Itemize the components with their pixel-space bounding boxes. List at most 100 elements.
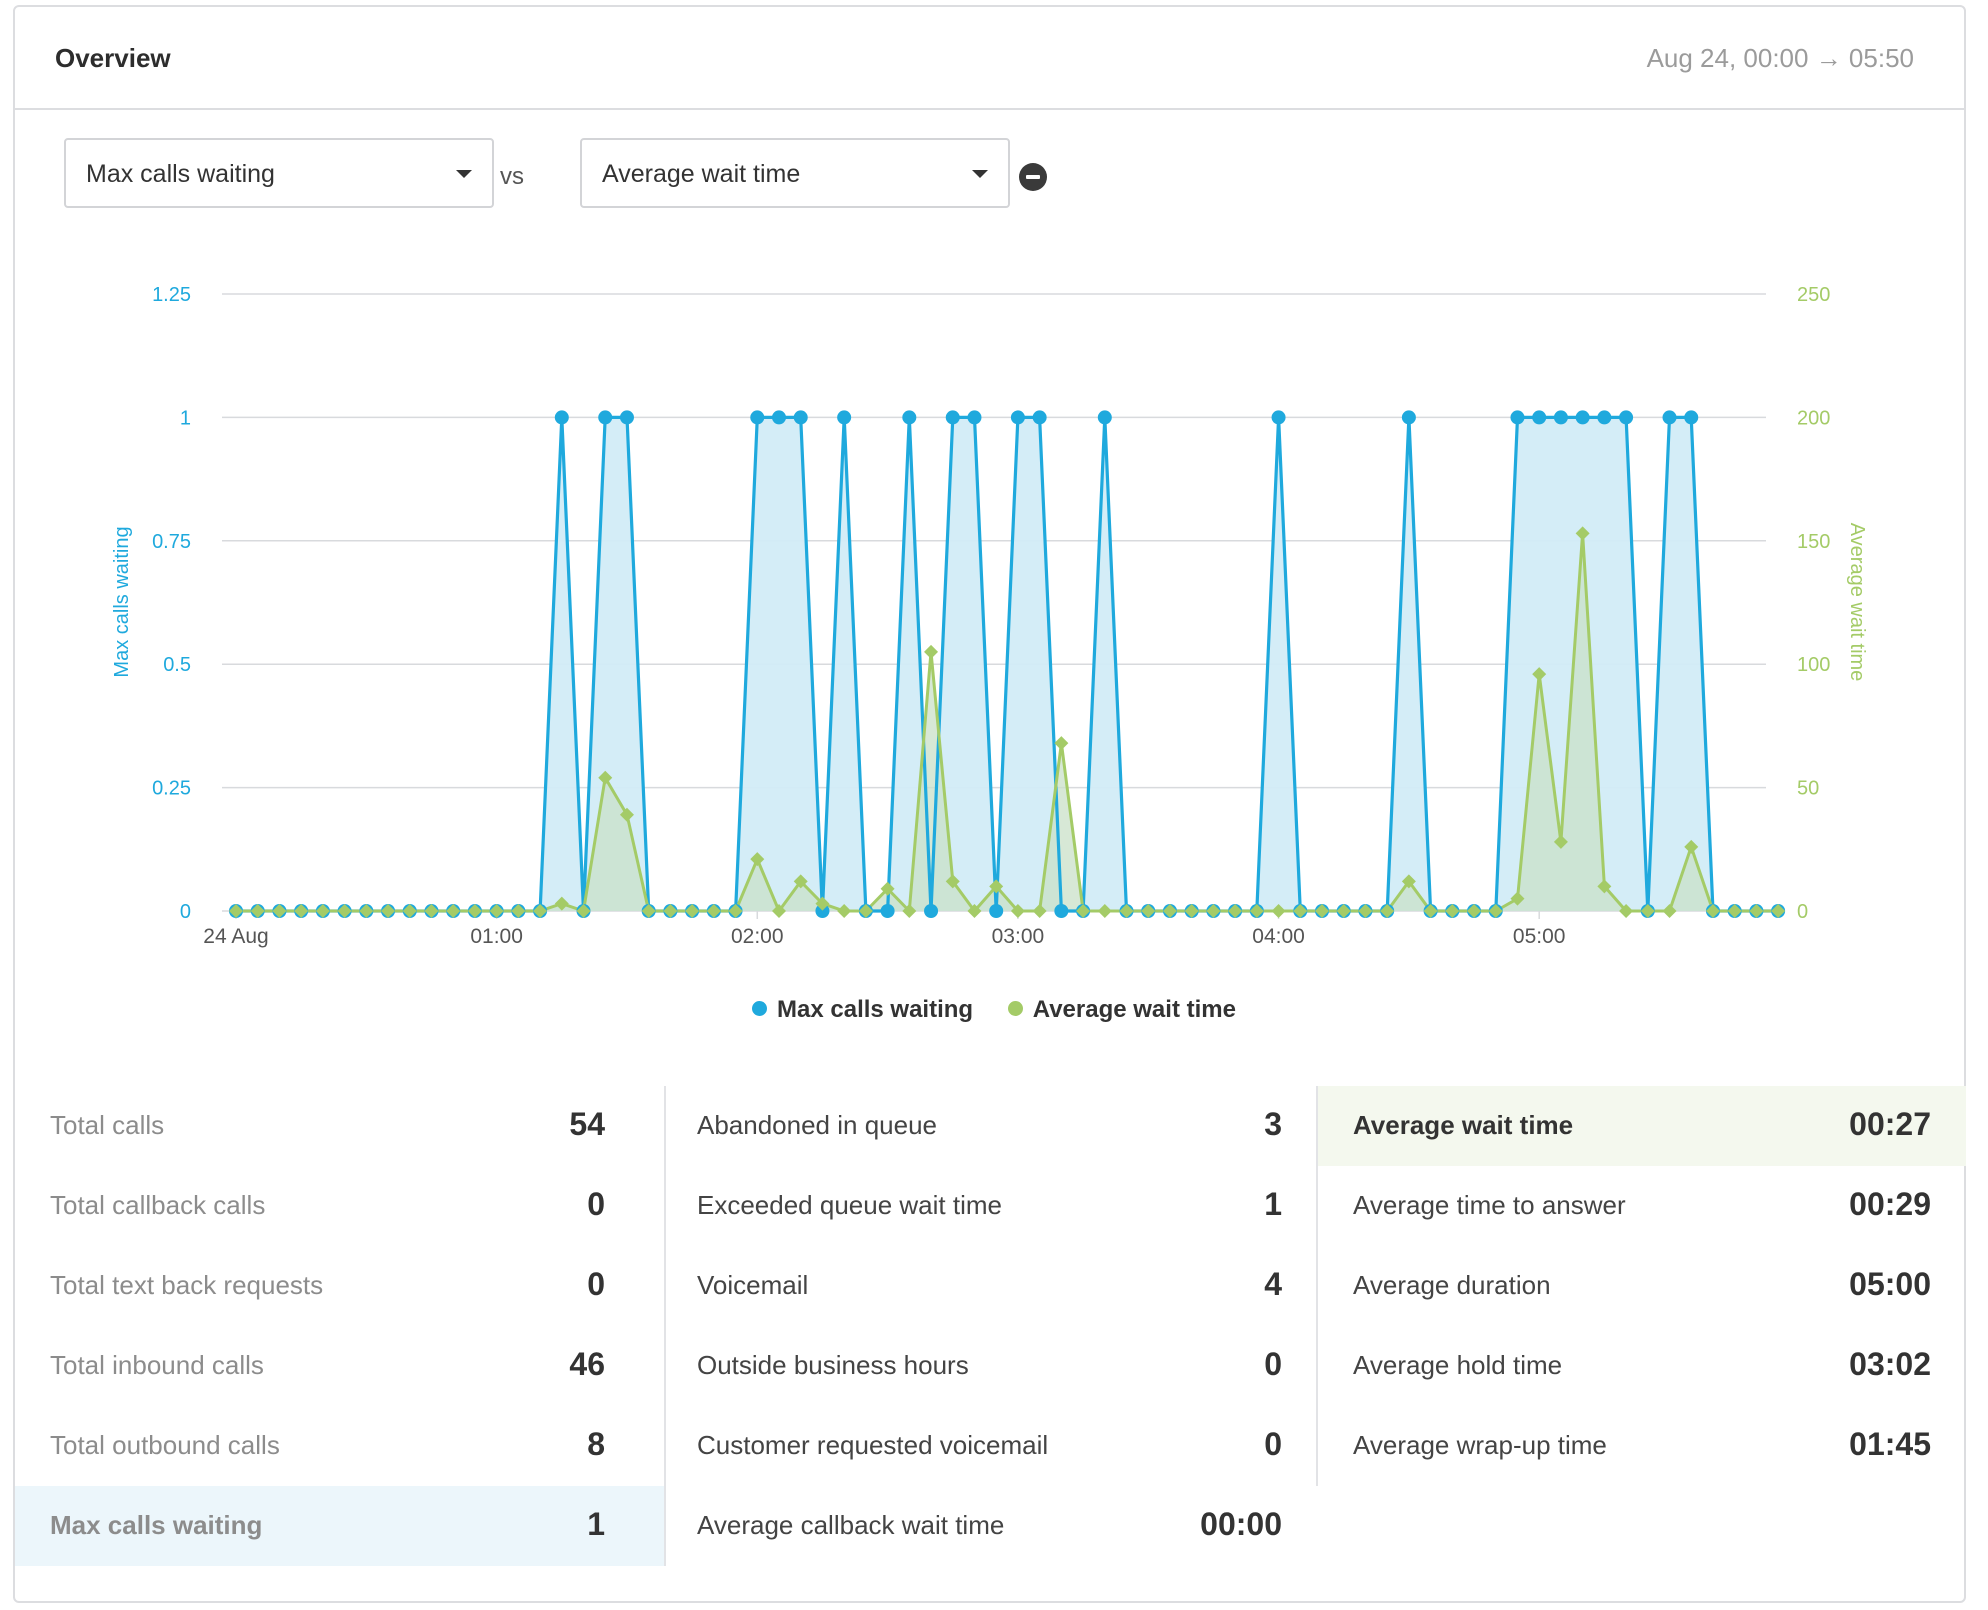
stat-label: Max calls waiting bbox=[50, 1510, 263, 1540]
stat-value: 0 bbox=[1264, 1346, 1282, 1382]
stat-row[interactable]: Average duration 05:00 bbox=[1318, 1246, 1966, 1326]
x-tick-label: 02:00 bbox=[731, 925, 784, 948]
stat-label: Total calls bbox=[50, 1110, 165, 1140]
stat-row[interactable]: Abandoned in queue 3 bbox=[662, 1086, 1317, 1166]
data-point bbox=[793, 410, 808, 425]
stats-column-outcomes: Abandoned in queue 3 Exceeded queue wait… bbox=[662, 1086, 1317, 1566]
y-right-tick-label: 150 bbox=[1797, 531, 1830, 553]
data-point bbox=[1271, 410, 1286, 425]
y-right-axis-title: Average wait time bbox=[1846, 523, 1868, 682]
y-left-tick-label: 1.25 bbox=[152, 284, 191, 306]
x-tick-label: 24 Aug bbox=[203, 925, 268, 948]
stat-value: 00:27 bbox=[1849, 1106, 1931, 1142]
y-left-tick-label: 0.75 bbox=[152, 531, 191, 553]
y-left-tick-label: 0.25 bbox=[152, 778, 191, 800]
legend-item-average-wait-time[interactable]: Average wait time bbox=[1007, 996, 1236, 1024]
x-tick-label: 03:00 bbox=[992, 925, 1045, 948]
legend-item-max-calls-waiting[interactable]: Max calls waiting bbox=[752, 996, 973, 1024]
stat-row[interactable]: Average callback wait time 00:00 bbox=[662, 1486, 1317, 1566]
stat-label: Total outbound calls bbox=[50, 1430, 280, 1460]
stat-row[interactable]: Exceeded queue wait time 1 bbox=[662, 1166, 1317, 1246]
data-point bbox=[1662, 410, 1677, 425]
data-point bbox=[750, 410, 765, 425]
legend-dot-icon bbox=[752, 1001, 768, 1016]
x-tick-label: 05:00 bbox=[1513, 925, 1566, 948]
stats-column-totals: Total calls 54 Total callback calls 0 To… bbox=[15, 1086, 665, 1566]
stat-label: Average callback wait time bbox=[697, 1510, 1005, 1540]
stat-label: Average wait time bbox=[1353, 1110, 1574, 1140]
y-right-tick-label: 50 bbox=[1797, 778, 1819, 800]
stat-label: Average time to answer bbox=[1353, 1190, 1626, 1220]
legend-label: Average wait time bbox=[1032, 996, 1236, 1023]
data-point bbox=[1097, 410, 1112, 425]
chart: 0 0.25 0.5 0.75 1 1.25 0 50 100 150 200 250 Max call… bbox=[111, 284, 1868, 948]
data-point bbox=[1553, 410, 1568, 425]
x-tick-label: 04:00 bbox=[1252, 925, 1305, 948]
stat-row[interactable]: Total calls 54 bbox=[15, 1086, 665, 1166]
data-point bbox=[902, 410, 917, 425]
stat-value: 4 bbox=[1264, 1266, 1282, 1302]
stat-row[interactable]: Total outbound calls 8 bbox=[15, 1406, 665, 1486]
legend-label: Max calls waiting bbox=[777, 996, 974, 1023]
stat-label: Outside business hours bbox=[697, 1350, 969, 1380]
y-left-axis-title: Max calls waiting bbox=[111, 526, 133, 677]
stat-value: 0 bbox=[1264, 1426, 1282, 1462]
stat-row[interactable]: Average time to answer 00:29 bbox=[1318, 1166, 1966, 1246]
y-left-tick-label: 1 bbox=[180, 407, 191, 429]
y-right-tick-label: 250 bbox=[1797, 284, 1830, 306]
data-point bbox=[945, 410, 960, 425]
x-tick-label: 01:00 bbox=[470, 925, 523, 948]
data-point bbox=[989, 904, 1004, 918]
data-point bbox=[619, 410, 634, 425]
stat-value: 00:29 bbox=[1849, 1186, 1931, 1222]
y-right-tick-label: 100 bbox=[1797, 654, 1830, 676]
stat-row[interactable]: Total text back requests 0 bbox=[15, 1246, 665, 1326]
stat-row-selected[interactable]: Max calls waiting 1 bbox=[15, 1486, 665, 1566]
stat-value: 05:00 bbox=[1849, 1266, 1931, 1302]
stat-row-compared[interactable]: Average wait time 00:27 bbox=[1318, 1086, 1966, 1166]
stats-column-times: Average wait time 00:27 Average time to … bbox=[1318, 1086, 1966, 1566]
data-point bbox=[772, 410, 786, 425]
data-point bbox=[1532, 410, 1547, 425]
stat-value: 46 bbox=[569, 1346, 605, 1382]
stat-label: Voicemail bbox=[697, 1270, 809, 1300]
data-point bbox=[1684, 410, 1699, 425]
stat-label: Total text back requests bbox=[50, 1270, 324, 1300]
chart-legend: Max calls waiting Average wait time bbox=[0, 996, 1988, 1024]
data-point bbox=[967, 410, 982, 425]
stat-value: 8 bbox=[587, 1426, 605, 1462]
data-point bbox=[598, 410, 613, 425]
stat-row[interactable]: Total inbound calls 46 bbox=[15, 1326, 665, 1406]
y-right-tick-label: 0 bbox=[1797, 901, 1808, 923]
data-point bbox=[1054, 904, 1069, 918]
stat-label: Total callback calls bbox=[50, 1190, 266, 1220]
data-point bbox=[554, 410, 569, 425]
stat-value: 1 bbox=[587, 1506, 605, 1542]
stat-value: 01:45 bbox=[1849, 1426, 1931, 1462]
data-point bbox=[1510, 410, 1525, 425]
stat-value: 0 bbox=[587, 1186, 605, 1222]
y-left-tick-label: 0.5 bbox=[163, 654, 191, 676]
data-point bbox=[1597, 410, 1612, 425]
stat-label: Average hold time bbox=[1353, 1350, 1563, 1380]
stat-row[interactable]: Total callback calls 0 bbox=[15, 1166, 665, 1246]
data-point bbox=[924, 904, 939, 918]
stat-row[interactable]: Average hold time 03:02 bbox=[1318, 1326, 1966, 1406]
stat-label: Average duration bbox=[1353, 1270, 1551, 1300]
data-point bbox=[924, 644, 939, 659]
stat-row[interactable]: Average wrap-up time 01:45 bbox=[1318, 1406, 1966, 1486]
stat-row[interactable]: Customer requested voicemail 0 bbox=[662, 1406, 1317, 1486]
data-point bbox=[1619, 410, 1634, 425]
stat-value: 3 bbox=[1264, 1106, 1282, 1142]
data-point bbox=[1054, 736, 1069, 751]
stat-row[interactable]: Voicemail 4 bbox=[662, 1246, 1317, 1326]
stat-value: 1 bbox=[1264, 1186, 1282, 1222]
stat-row[interactable]: Outside business hours 0 bbox=[662, 1326, 1317, 1406]
stat-label: Abandoned in queue bbox=[697, 1110, 938, 1140]
data-point bbox=[1032, 410, 1047, 425]
data-point bbox=[1401, 410, 1416, 425]
stat-value: 0 bbox=[587, 1266, 605, 1302]
stat-label: Average wrap-up time bbox=[1353, 1430, 1607, 1460]
data-point bbox=[1575, 410, 1590, 425]
stat-value: 54 bbox=[569, 1106, 605, 1142]
